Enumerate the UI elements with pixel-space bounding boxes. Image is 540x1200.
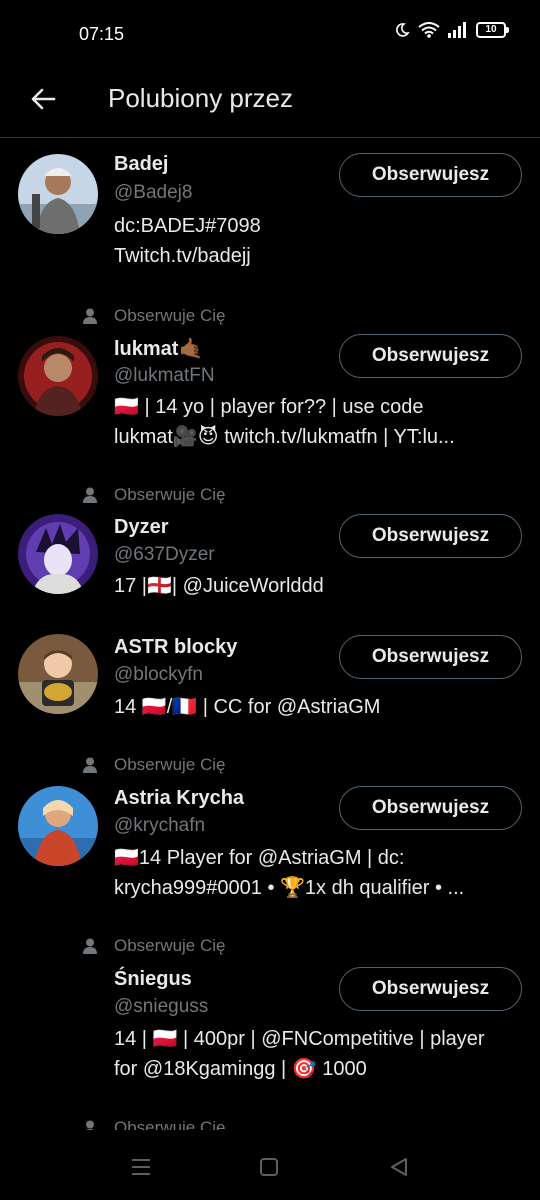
bio-line: dc:BADEJ#7098 — [114, 215, 261, 237]
home-button[interactable] — [254, 1152, 284, 1182]
avatar[interactable] — [18, 514, 98, 594]
user-handle: @blockyfn — [114, 664, 203, 685]
user-name: Dyzer — [114, 516, 169, 538]
bio-line: Twitch.tv/badejj — [114, 245, 251, 267]
moon-icon — [396, 23, 410, 37]
user-name: Śniegus — [114, 968, 192, 990]
bio-line: lukmat🎥😈 twitch.tv/lukmatfn | YT:lu... — [114, 426, 455, 448]
bio-line: 17 |🏴󠁧󠁢󠁥󠁮󠁧󠁿| @JuiceWorlddd — [114, 575, 324, 597]
following-button[interactable]: Obserwujesz — [339, 514, 522, 558]
user-list: Badej @Badej8 dc:BADEJ#7098 Twitch.tv/ba… — [0, 140, 540, 1130]
following-button[interactable]: Obserwujesz — [339, 334, 522, 378]
user-handle: @637Dyzer — [114, 544, 215, 565]
battery-icon: 10 — [476, 22, 509, 38]
bio-line: 🇵🇱 | 14 yo | player for?? | use code — [114, 396, 424, 418]
bio-line: 14 | 🇵🇱 | 400pr | @FNCompetitive | playe… — [114, 1028, 485, 1050]
user-bio: 14 | 🇵🇱 | 400pr | @FNCompetitive | playe… — [114, 1024, 524, 1084]
list-item[interactable]: ASTR blocky @blockyfn 14 🇵🇱/🇫🇷 | CC for … — [0, 630, 540, 740]
person-icon — [80, 485, 100, 505]
status-icons: 10 — [394, 22, 509, 38]
user-bio: 17 |🏴󠁧󠁢󠁥󠁮󠁧󠁿| @JuiceWorlddd — [114, 571, 524, 601]
follows-you-label: Obserwuje Cię — [80, 936, 226, 956]
person-icon — [80, 1118, 100, 1130]
follows-you-text: Obserwuje Cię — [114, 306, 226, 325]
bio-line: 🇵🇱14 Player for @AstriaGM | dc: — [114, 847, 405, 869]
avatar[interactable] — [18, 336, 98, 416]
back-button[interactable] — [26, 82, 60, 116]
list-item[interactable]: Obserwuje Cię Śniegus @snieguss 14 | 🇵🇱 … — [0, 936, 540, 1096]
following-button[interactable]: Obserwujesz — [339, 786, 522, 830]
avatar[interactable] — [18, 154, 98, 234]
user-bio: 14 🇵🇱/🇫🇷 | CC for @AstriaGM — [114, 692, 524, 722]
user-name: Badej — [114, 153, 169, 175]
list-item[interactable]: Badej @Badej8 dc:BADEJ#7098 Twitch.tv/ba… — [0, 140, 540, 290]
user-bio: 🇵🇱 | 14 yo | player for?? | use code luk… — [114, 392, 524, 452]
bio-line: for @18Kgamingg | 🎯 1000 — [114, 1058, 367, 1080]
follows-you-text: Obserwuje Cię — [114, 936, 226, 955]
follows-you-label: Obserwuje Cię — [80, 485, 226, 505]
user-name: lukmat🤙🏾 — [114, 338, 204, 360]
follows-you-label: Obserwuje Cię — [80, 755, 226, 775]
user-handle: @snieguss — [114, 996, 209, 1017]
header: Polubiony przez — [0, 64, 540, 138]
navigation-bar — [0, 1130, 540, 1200]
back-nav-button[interactable] — [384, 1152, 414, 1182]
list-item[interactable]: Obserwuje Cię Dyzer @637Dyzer 17 |🏴󠁧󠁢󠁥󠁮󠁧… — [0, 481, 540, 601]
user-handle: @krychafn — [114, 815, 206, 836]
follows-you-text: Obserwuje Cię — [114, 755, 226, 774]
arrow-left-icon — [31, 88, 56, 110]
user-name: Astria Krycha — [114, 787, 245, 809]
list-item[interactable]: Obserwuje Cię Astria Krycha @krychafn 🇵🇱… — [0, 755, 540, 920]
follows-you-label: Obserwuje Cię — [80, 1118, 226, 1130]
person-icon — [80, 306, 100, 326]
list-item[interactable]: Obserwuje Cię lukmat🤙🏾 @lukmatFN 🇵🇱 | 14… — [0, 300, 540, 470]
page-title: Polubiony przez — [108, 83, 293, 113]
avatar[interactable] — [18, 786, 98, 866]
avatar[interactable] — [18, 634, 98, 714]
home-square-icon — [260, 1158, 278, 1176]
bio-line: krycha999#0001 • 🏆1x dh qualifier • ... — [114, 877, 465, 899]
follows-you-text: Obserwuje Cię — [114, 1118, 226, 1130]
menu-icon — [132, 1159, 150, 1175]
person-icon — [80, 936, 100, 956]
follows-you-label: Obserwuje Cię — [80, 306, 226, 326]
following-button[interactable]: Obserwujesz — [339, 153, 522, 197]
person-icon — [80, 755, 100, 775]
user-name: ASTR blocky — [114, 636, 238, 658]
status-bar: 07:15 10 — [0, 0, 540, 64]
status-time: 07:15 — [79, 24, 125, 44]
following-button[interactable]: Obserwujesz — [339, 967, 522, 1011]
follows-you-text: Obserwuje Cię — [114, 485, 226, 504]
back-triangle-icon — [391, 1158, 407, 1176]
signal-icon — [448, 22, 466, 38]
wifi-icon — [418, 22, 440, 38]
user-handle: @Badej8 — [114, 182, 193, 203]
recents-button[interactable] — [126, 1152, 156, 1182]
user-bio: 🇵🇱14 Player for @AstriaGM | dc: krycha99… — [114, 843, 524, 903]
following-button[interactable]: Obserwujesz — [339, 635, 522, 679]
user-handle: @lukmatFN — [114, 365, 215, 386]
user-bio: dc:BADEJ#7098 Twitch.tv/badejj — [114, 211, 524, 271]
bio-line: 14 🇵🇱/🇫🇷 | CC for @AstriaGM — [114, 696, 381, 718]
list-item[interactable]: Obserwuje Cię — [0, 1118, 540, 1130]
